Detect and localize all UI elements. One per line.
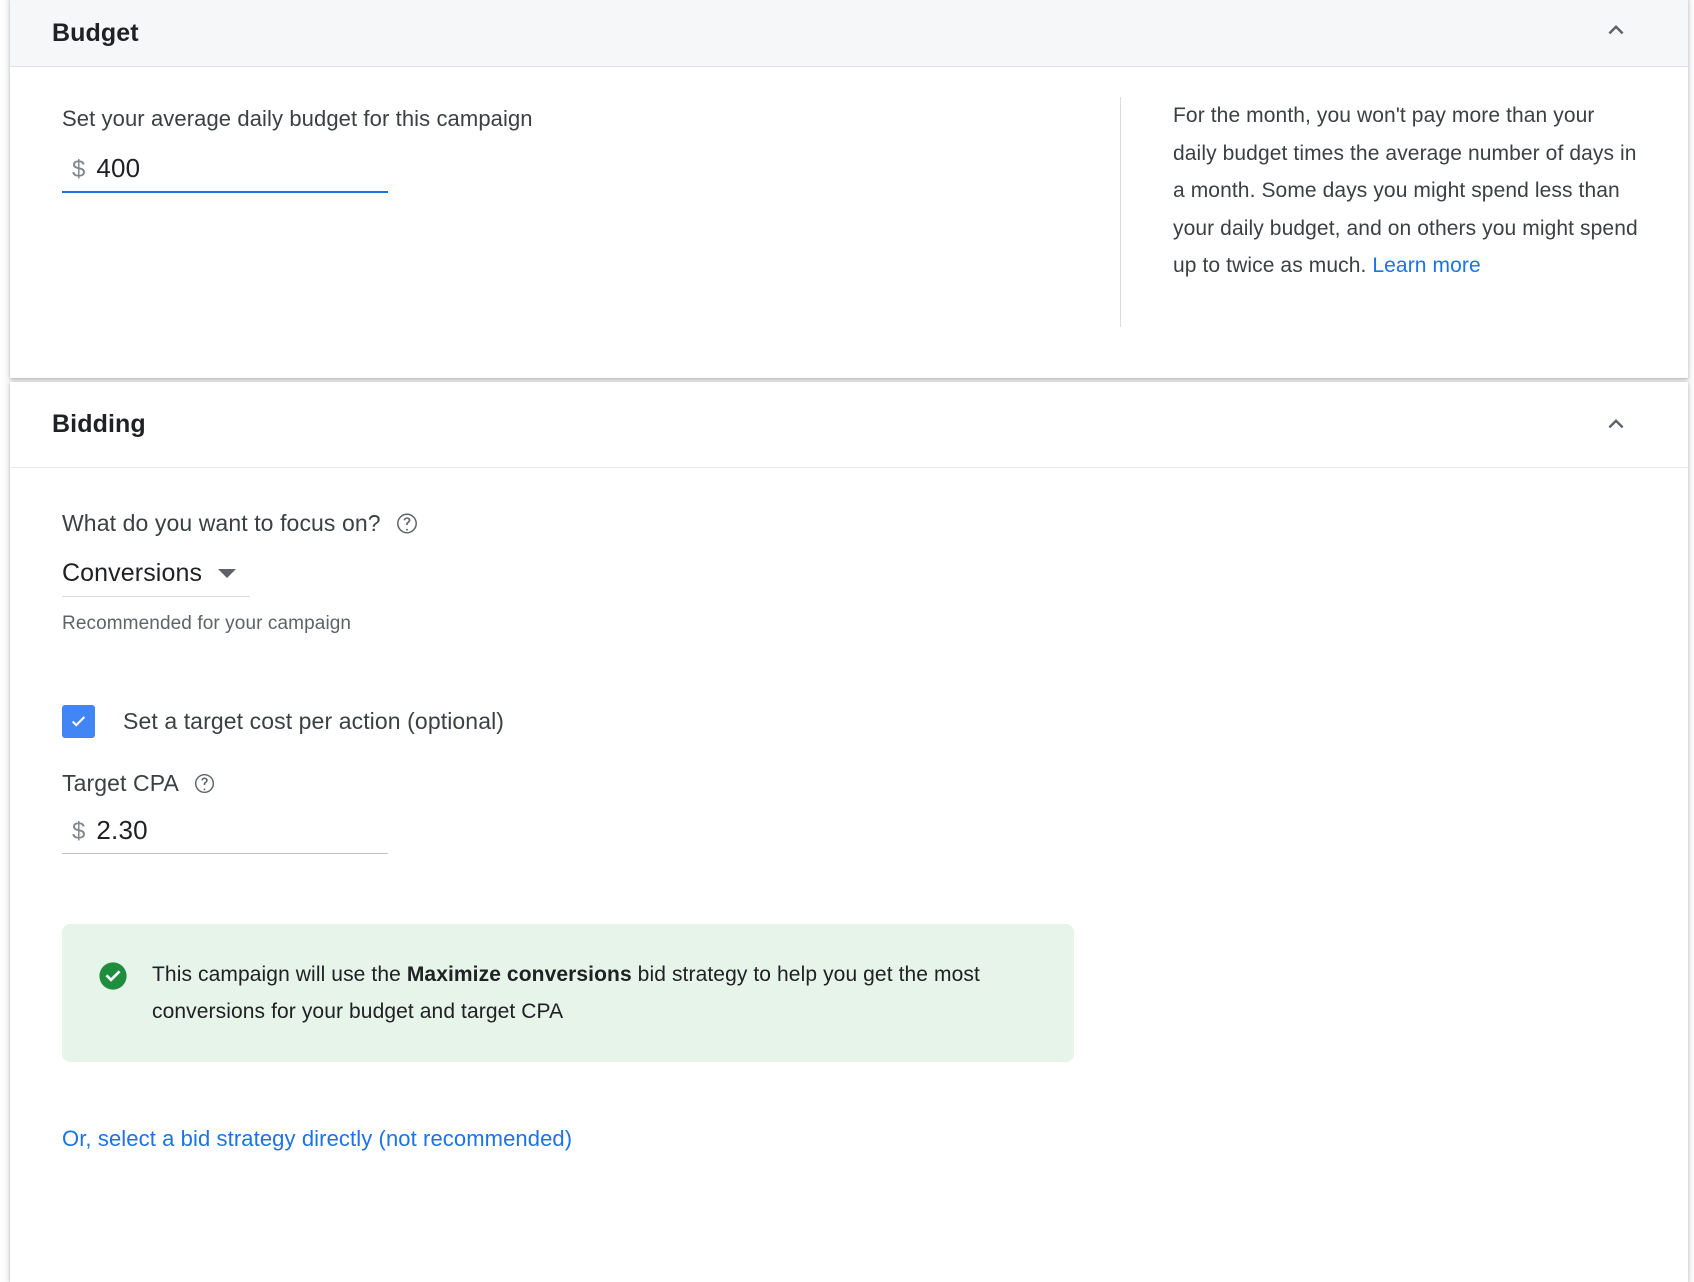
budget-info-panel: For the month, you won't pay more than y… — [1120, 97, 1643, 327]
daily-budget-label: Set your average daily budget for this c… — [62, 106, 533, 131]
daily-budget-input[interactable]: $ 400 — [62, 155, 388, 193]
bidding-card-body: What do you want to focus on? Conversion… — [10, 468, 1688, 1152]
bid-strategy-notice-text: This campaign will use the Maximize conv… — [152, 956, 1044, 1030]
budget-info-body: For the month, you won't pay more than y… — [1173, 104, 1638, 277]
budget-left-column: Set your average daily budget for this c… — [62, 105, 1092, 193]
check-circle-icon — [96, 959, 130, 1030]
target-cpa-value[interactable]: 2.30 — [96, 817, 147, 843]
currency-symbol: $ — [72, 156, 86, 183]
chevron-up-icon — [1601, 16, 1631, 46]
chevron-up-icon — [1601, 410, 1631, 440]
focus-question-label: What do you want to focus on? — [62, 510, 381, 536]
bid-strategy-notice: This campaign will use the Maximize conv… — [62, 924, 1074, 1062]
notice-strategy-name: Maximize conversions — [406, 963, 632, 986]
notice-text-part1: This campaign will use the — [152, 963, 407, 986]
budget-collapse-button[interactable] — [1598, 13, 1634, 49]
learn-more-link[interactable]: Learn more — [1372, 254, 1480, 277]
checkmark-icon — [71, 715, 85, 727]
bidding-card: Bidding What do you want to focus on? Co… — [10, 382, 1688, 1282]
target-cpa-label: Target CPA — [62, 770, 179, 796]
chevron-down-icon — [218, 569, 237, 578]
help-circle-icon[interactable] — [193, 772, 217, 796]
bidding-card-header[interactable]: Bidding — [10, 382, 1688, 468]
budget-card: Budget Set your average daily budget for… — [10, 0, 1688, 378]
target-cpa-checkbox-row[interactable]: Set a target cost per action (optional) — [62, 705, 1646, 738]
budget-card-header[interactable]: Budget — [10, 0, 1688, 67]
target-cpa-underline — [62, 853, 388, 854]
daily-budget-underline — [62, 191, 388, 193]
bidding-title: Bidding — [52, 410, 146, 438]
help-circle-icon[interactable] — [395, 512, 419, 536]
focus-question-row: What do you want to focus on? — [62, 510, 1646, 537]
budget-info-text: For the month, you won't pay more than y… — [1173, 97, 1643, 285]
target-cpa-input[interactable]: $ 2.30 — [62, 817, 388, 854]
budget-card-body: Set your average daily budget for this c… — [10, 67, 1688, 377]
target-cpa-checkbox[interactable] — [62, 705, 95, 738]
bidding-collapse-button[interactable] — [1598, 407, 1634, 443]
focus-select-underline — [62, 596, 250, 597]
budget-title: Budget — [52, 18, 139, 47]
target-cpa-checkbox-label[interactable]: Set a target cost per action (optional) — [123, 708, 504, 735]
focus-select[interactable]: Conversions — [62, 559, 250, 597]
daily-budget-value[interactable]: 400 — [96, 155, 140, 181]
campaign-settings-page: Budget Set your average daily budget for… — [0, 0, 1694, 1282]
select-bid-strategy-link[interactable]: Or, select a bid strategy directly (not … — [62, 1126, 572, 1152]
focus-helper-text: Recommended for your campaign — [62, 613, 352, 634]
focus-select-value: Conversions — [62, 559, 203, 587]
target-cpa-currency-symbol: $ — [72, 818, 86, 845]
target-cpa-label-row: Target CPA — [62, 770, 1646, 797]
